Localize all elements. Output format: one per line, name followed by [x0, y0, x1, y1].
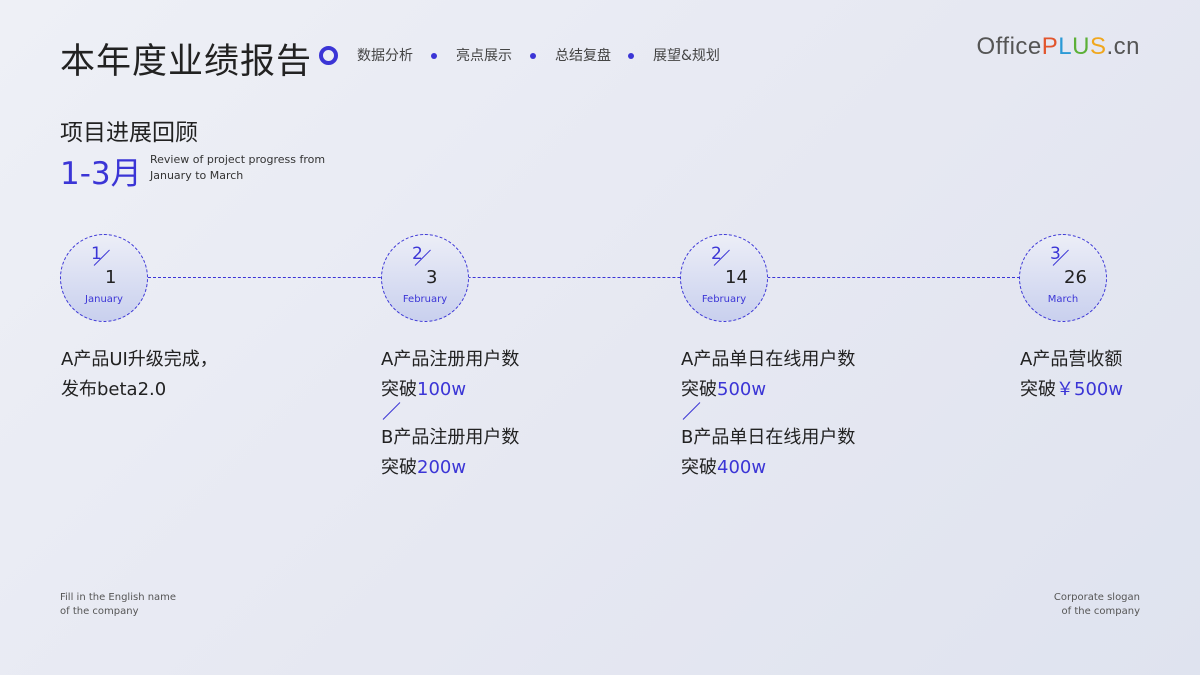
footer-line: of the company [1061, 606, 1141, 617]
node-month-name: February [402, 294, 448, 305]
desc-line: 突破400w [681, 453, 855, 483]
desc-text: B产品注册用户数 [381, 427, 520, 448]
milestone-description: A产品单日在线用户数 突破500w B产品单日在线用户数 突破400w [681, 345, 855, 483]
timeline-node: 1 1 January [60, 234, 148, 322]
desc-line: 突破￥500w [1020, 375, 1123, 405]
subtitle-line: Review of project progress from [150, 153, 326, 166]
desc-line: 突破200w [381, 453, 519, 483]
timeline-node: 2 14 February [680, 234, 768, 322]
slash-divider-icon [381, 405, 405, 423]
node-day: 1 [105, 267, 117, 288]
section-subtitle: Review of project progress from January … [150, 152, 350, 184]
desc-text: A产品营收额 [1020, 349, 1123, 370]
node-month-name: February [701, 294, 747, 305]
desc-line: A产品营收额 [1020, 345, 1123, 375]
timeline-node: 2 3 February [381, 234, 469, 322]
desc-line: A产品注册用户数 [381, 345, 519, 375]
node-day: 14 [725, 267, 748, 288]
desc-text: A产品UI升级完成， [61, 349, 218, 370]
logo-p: P [1041, 33, 1059, 60]
node-day: 26 [1064, 267, 1087, 288]
desc-highlight: 400w [717, 457, 767, 478]
desc-text: A产品单日在线用户数 [681, 349, 856, 370]
footer-line: Corporate slogan [1053, 592, 1140, 603]
desc-text: 突破 [681, 457, 717, 478]
milestone-description: A产品营收额 突破￥500w [1020, 345, 1123, 405]
logo-u: U [1072, 33, 1090, 60]
desc-text: 发布beta2.0 [61, 379, 167, 400]
timeline-node: 3 26 March [1019, 234, 1107, 322]
desc-line: 突破500w [681, 375, 855, 405]
desc-highlight: 200w [417, 457, 467, 478]
footer-line: Fill in the English name [60, 592, 177, 603]
desc-line: 发布beta2.0 [61, 375, 218, 405]
desc-highlight: ￥500w [1056, 379, 1124, 400]
desc-text: 突破 [381, 379, 417, 400]
milestone-description: A产品UI升级完成， 发布beta2.0 [61, 345, 218, 405]
page-title: 本年度业绩报告 [60, 42, 313, 82]
nav-item-review[interactable]: 总结复盘 [555, 46, 611, 66]
logo-s: S [1089, 33, 1107, 60]
section-title: 项目进展回顾 [60, 120, 198, 146]
footer-line: of the company [60, 606, 139, 617]
desc-highlight: 500w [717, 379, 767, 400]
desc-text: B产品单日在线用户数 [681, 427, 856, 448]
logo-l: L [1058, 33, 1073, 60]
desc-line: B产品注册用户数 [381, 423, 519, 453]
desc-text: A产品注册用户数 [381, 349, 520, 370]
node-day: 3 [426, 267, 438, 288]
nav-item-highlights[interactable]: 亮点展示 [456, 46, 512, 66]
section-range: 1-3月 [60, 156, 142, 192]
desc-line: 突破100w [381, 375, 519, 405]
desc-line: A产品UI升级完成， [61, 345, 218, 375]
ring-icon [319, 46, 338, 65]
node-month-name: January [85, 294, 123, 305]
nav-item-outlook[interactable]: 展望&规划 [653, 46, 720, 66]
nav-item-data-analysis[interactable]: 数据分析 [357, 46, 413, 66]
bullet-icon [628, 53, 634, 59]
desc-text: 突破 [381, 457, 417, 478]
subtitle-line: January to March [150, 169, 244, 182]
officeplus-logo[interactable]: OfficePLUS.cn [977, 33, 1141, 61]
desc-highlight: 100w [417, 379, 467, 400]
desc-text: 突破 [1020, 379, 1056, 400]
milestone-description: A产品注册用户数 突破100w B产品注册用户数 突破200w [381, 345, 519, 483]
node-month-name: March [1047, 294, 1079, 305]
desc-line: B产品单日在线用户数 [681, 423, 855, 453]
logo-cn: .cn [1106, 33, 1140, 60]
desc-line: A产品单日在线用户数 [681, 345, 855, 375]
footer-slogan: Corporate slogan of the company [1054, 591, 1140, 619]
bullet-icon [530, 53, 536, 59]
timeline-line [148, 277, 1020, 278]
logo-office-text: Office [976, 33, 1042, 60]
footer-company-name: Fill in the English name of the company [60, 591, 176, 619]
bullet-icon [431, 53, 437, 59]
desc-text: 突破 [681, 379, 717, 400]
slash-divider-icon [681, 405, 705, 423]
